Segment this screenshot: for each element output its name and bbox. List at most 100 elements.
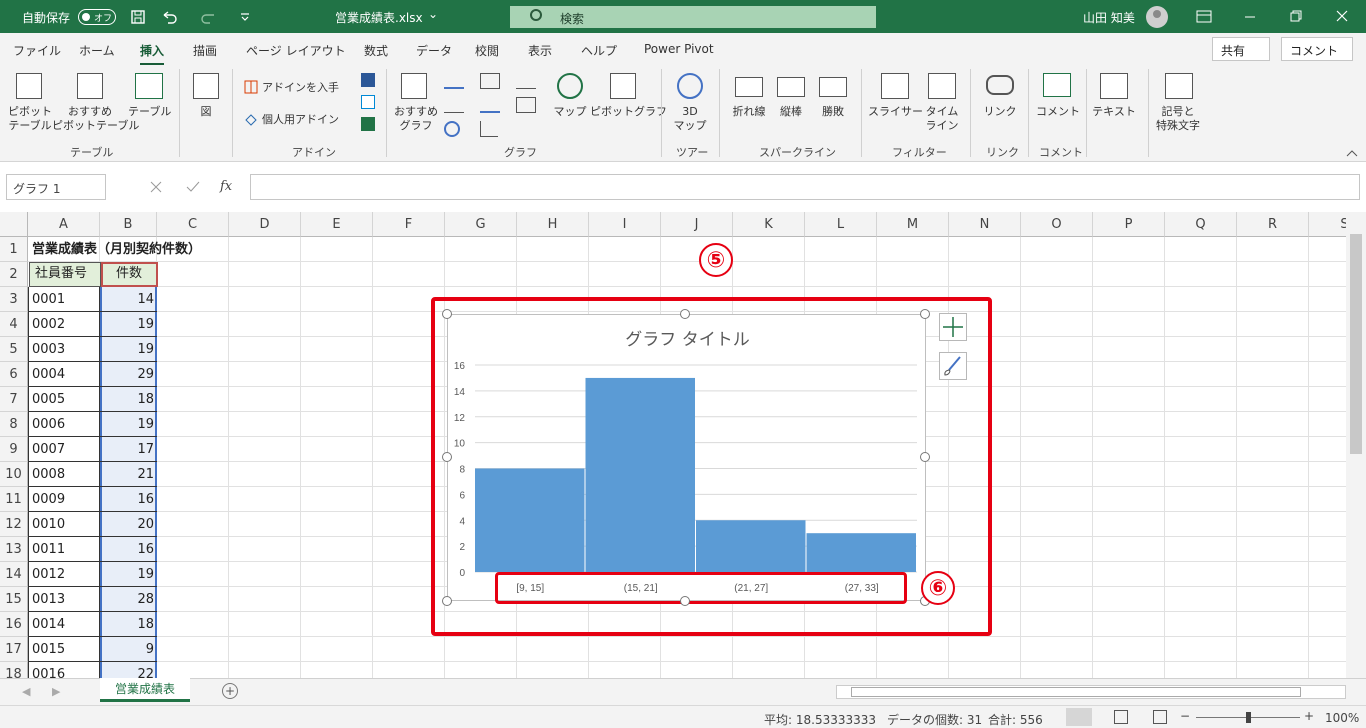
column-header-e[interactable]: E bbox=[301, 212, 373, 237]
collapse-ribbon-icon[interactable] bbox=[1346, 149, 1358, 157]
close-icon[interactable] bbox=[1336, 10, 1348, 22]
histogram-bar[interactable] bbox=[696, 520, 806, 572]
column-header-m[interactable]: M bbox=[877, 212, 949, 237]
column-header-g[interactable]: G bbox=[445, 212, 517, 237]
row-header-8[interactable]: 8 bbox=[0, 412, 28, 437]
row-header-1[interactable]: 1 bbox=[0, 237, 28, 262]
count-cell[interactable]: 29 bbox=[100, 362, 157, 387]
resize-handle-r[interactable] bbox=[920, 452, 930, 462]
employee-id-cell[interactable]: 0010 bbox=[28, 512, 100, 537]
employee-id-cell[interactable]: 0002 bbox=[28, 312, 100, 337]
sparkline-column-button[interactable]: 縦棒 bbox=[776, 105, 806, 119]
zoom-level[interactable]: 100% bbox=[1325, 711, 1359, 725]
customize-qat-icon[interactable] bbox=[240, 12, 250, 22]
page-break-view-button[interactable] bbox=[1153, 710, 1167, 724]
tab-formulas[interactable]: 数式 bbox=[364, 42, 388, 59]
column-header-o[interactable]: O bbox=[1021, 212, 1093, 237]
table-button[interactable]: テーブル bbox=[128, 105, 171, 119]
count-cell[interactable]: 20 bbox=[100, 512, 157, 537]
resize-handle-tl[interactable] bbox=[442, 309, 452, 319]
tab-page-layout[interactable]: ページ レイアウト bbox=[246, 42, 346, 59]
timeline-button[interactable]: タイム ライン bbox=[922, 105, 962, 133]
column-header-q[interactable]: Q bbox=[1165, 212, 1237, 237]
count-cell[interactable]: 21 bbox=[100, 462, 157, 487]
row-header-10[interactable]: 10 bbox=[0, 462, 28, 487]
insert-function-button[interactable]: fx bbox=[220, 179, 232, 194]
histogram-chart[interactable]: グラフ タイトル 0 2 4 6 8 10 12 14 16 [9, 15] (15, 21] (21… bbox=[447, 314, 926, 601]
select-all-corner[interactable] bbox=[0, 212, 28, 237]
column-header-r[interactable]: R bbox=[1237, 212, 1309, 237]
tab-file[interactable]: ファイル bbox=[13, 42, 61, 59]
count-cell[interactable]: 16 bbox=[100, 487, 157, 512]
column-header-h[interactable]: H bbox=[517, 212, 589, 237]
header-cell-a[interactable]: 社員番号 bbox=[29, 262, 101, 287]
resize-handle-tr[interactable] bbox=[920, 309, 930, 319]
line-chart-icon[interactable] bbox=[444, 97, 464, 113]
normal-view-button[interactable] bbox=[1066, 708, 1092, 726]
zoom-out-icon[interactable]: − bbox=[1180, 709, 1190, 723]
sheet-tab-active[interactable]: 営業成績表 bbox=[100, 678, 190, 702]
ribbon-display-icon[interactable] bbox=[1196, 10, 1212, 24]
employee-id-cell[interactable]: 0011 bbox=[28, 537, 100, 562]
count-cell[interactable]: 9 bbox=[100, 637, 157, 662]
employee-id-cell[interactable]: 0015 bbox=[28, 637, 100, 662]
tab-insert[interactable]: 挿入 bbox=[140, 42, 165, 66]
employee-id-cell[interactable]: 0005 bbox=[28, 387, 100, 412]
resize-handle-t[interactable] bbox=[680, 309, 690, 319]
count-cell[interactable]: 17 bbox=[100, 437, 157, 462]
row-header-5[interactable]: 5 bbox=[0, 337, 28, 362]
tab-draw[interactable]: 描画 bbox=[193, 42, 217, 59]
3d-map-button[interactable]: 3D マップ bbox=[670, 105, 710, 133]
tab-review[interactable]: 校閲 bbox=[475, 42, 499, 59]
tab-data[interactable]: データ bbox=[416, 42, 452, 59]
row-header-18[interactable]: 18 bbox=[0, 662, 28, 678]
waterfall-chart-icon[interactable] bbox=[516, 73, 536, 89]
pie-chart-icon[interactable] bbox=[444, 121, 460, 137]
count-cell[interactable]: 28 bbox=[100, 587, 157, 612]
tab-power-pivot[interactable]: Power Pivot bbox=[644, 42, 714, 56]
column-header-n[interactable]: N bbox=[949, 212, 1021, 237]
row-header-4[interactable]: 4 bbox=[0, 312, 28, 337]
employee-id-cell[interactable]: 0006 bbox=[28, 412, 100, 437]
chart-styles-button[interactable] bbox=[939, 352, 967, 380]
zoom-in-icon[interactable]: + bbox=[1304, 709, 1314, 723]
row-header-15[interactable]: 15 bbox=[0, 587, 28, 612]
count-cell[interactable]: 18 bbox=[100, 387, 157, 412]
count-cell[interactable]: 19 bbox=[100, 337, 157, 362]
employee-id-cell[interactable]: 0013 bbox=[28, 587, 100, 612]
column-header-c[interactable]: C bbox=[157, 212, 229, 237]
hierarchy-chart-icon[interactable] bbox=[480, 73, 500, 89]
column-header-k[interactable]: K bbox=[733, 212, 805, 237]
search-box[interactable]: 検索 bbox=[510, 6, 876, 28]
confirm-entry-icon[interactable] bbox=[186, 181, 200, 193]
employee-id-cell[interactable]: 0007 bbox=[28, 437, 100, 462]
row-header-14[interactable]: 14 bbox=[0, 562, 28, 587]
illustrations-button[interactable]: 図 bbox=[190, 105, 222, 119]
employee-id-cell[interactable]: 0004 bbox=[28, 362, 100, 387]
new-comment-button[interactable]: コメント bbox=[1036, 105, 1080, 119]
column-header-b[interactable]: B bbox=[100, 212, 157, 237]
column-header-j[interactable]: J bbox=[661, 212, 733, 237]
prev-sheet-icon[interactable]: ◀ bbox=[22, 685, 30, 698]
column-header-s[interactable]: S bbox=[1309, 212, 1346, 237]
link-button[interactable]: リンク bbox=[982, 105, 1018, 119]
autosave-toggle[interactable]: オフ bbox=[78, 9, 116, 25]
user-name[interactable]: 山田 知美 bbox=[1083, 9, 1135, 26]
user-avatar[interactable] bbox=[1146, 6, 1168, 28]
column-header-p[interactable]: P bbox=[1093, 212, 1165, 237]
column-header-f[interactable]: F bbox=[373, 212, 445, 237]
count-cell[interactable]: 18 bbox=[100, 612, 157, 637]
count-cell[interactable]: 19 bbox=[100, 312, 157, 337]
row-header-13[interactable]: 13 bbox=[0, 537, 28, 562]
text-button[interactable]: テキスト bbox=[1092, 105, 1136, 119]
row-header-6[interactable]: 6 bbox=[0, 362, 28, 387]
histogram-bar[interactable] bbox=[806, 533, 917, 572]
column-header-l[interactable]: L bbox=[805, 212, 877, 237]
tab-view[interactable]: 表示 bbox=[528, 42, 552, 59]
bing-icon[interactable] bbox=[361, 95, 375, 109]
minimize-icon[interactable] bbox=[1244, 10, 1256, 22]
name-box[interactable]: グラフ 1 bbox=[6, 174, 106, 200]
people-graph-icon[interactable] bbox=[361, 117, 375, 131]
next-sheet-icon[interactable]: ▶ bbox=[52, 685, 60, 698]
symbols-button[interactable]: 記号と 特殊文字 bbox=[1146, 105, 1210, 133]
